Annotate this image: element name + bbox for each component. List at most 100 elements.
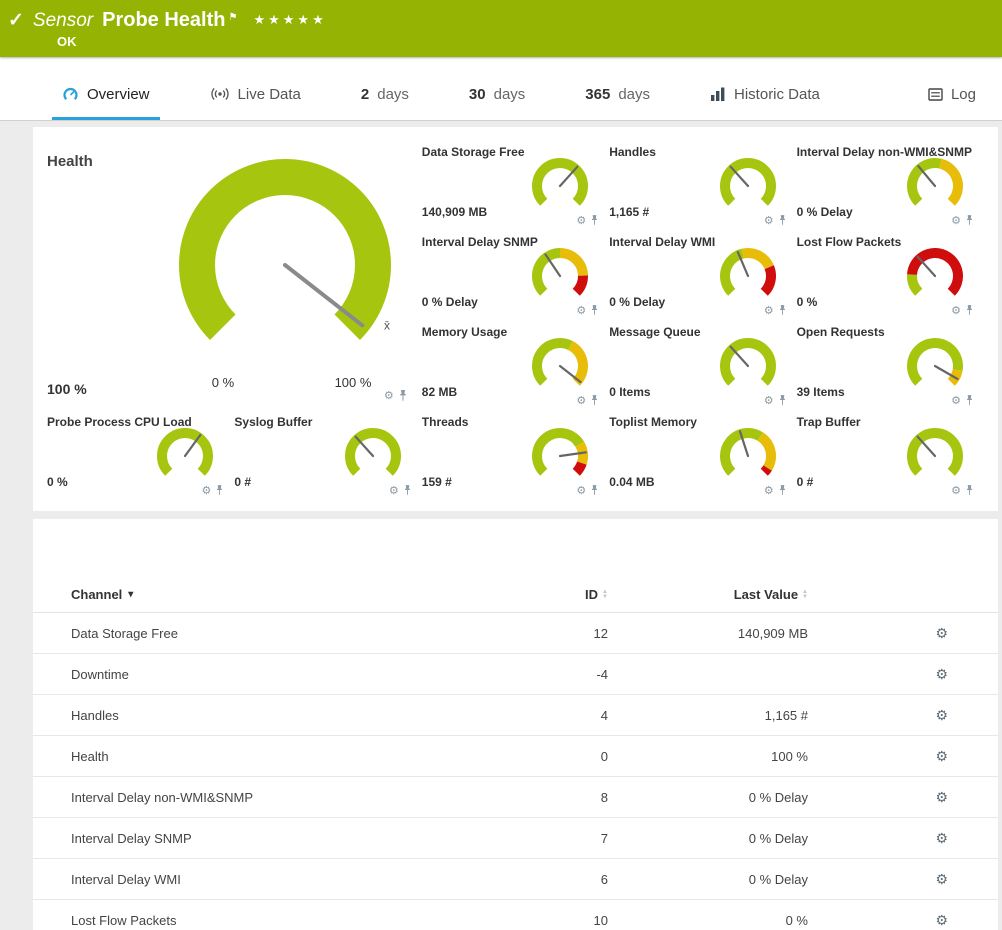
- health-gauge-dial[interactable]: x̄: [165, 145, 405, 385]
- gauge-cell-interval-delay-snmp: Interval Delay SNMP 0 % Delay ⚙: [422, 231, 609, 321]
- column-header-last-value[interactable]: Last Value ▲▼: [608, 587, 808, 602]
- gauge-cell-message-queue: Message Queue 0 Items ⚙: [609, 321, 796, 411]
- pin-icon[interactable]: [778, 395, 787, 406]
- gauge-dial[interactable]: [716, 154, 780, 218]
- table-row[interactable]: Handles 4 1,165 # ⚙: [33, 695, 998, 736]
- gauge-dial[interactable]: [528, 424, 592, 488]
- gear-icon[interactable]: ⚙: [764, 484, 774, 497]
- gauge-value: 0 % Delay: [422, 295, 478, 309]
- gauge-cell-threads: Threads 159 # ⚙: [422, 411, 609, 501]
- gear-icon[interactable]: ⚙: [202, 484, 212, 497]
- pin-icon[interactable]: [590, 215, 599, 226]
- table-header-row: Channel ▾ ID ▲▼ Last Value ▲▼: [33, 577, 998, 613]
- gear-icon[interactable]: ⚙: [951, 394, 961, 407]
- pin-icon[interactable]: [965, 485, 974, 496]
- tab-number: 2: [361, 86, 369, 103]
- table-row[interactable]: Interval Delay WMI 6 0 % Delay ⚙: [33, 859, 998, 900]
- gear-icon[interactable]: ⚙: [935, 707, 948, 724]
- channel-cell[interactable]: Interval Delay non-WMI&SNMP: [33, 790, 488, 805]
- gauge-dial[interactable]: [716, 334, 780, 398]
- pin-icon[interactable]: [778, 305, 787, 316]
- gauge-dial[interactable]: [903, 334, 967, 398]
- gear-icon[interactable]: ⚙: [935, 666, 948, 683]
- gauge-dial[interactable]: [153, 424, 217, 488]
- last-value-cell: 100 %: [608, 749, 808, 764]
- table-row[interactable]: Interval Delay SNMP 7 0 % Delay ⚙: [33, 818, 998, 859]
- gauge-dial[interactable]: [716, 424, 780, 488]
- tab-unit: days: [377, 86, 409, 103]
- gauge-dial[interactable]: [716, 244, 780, 308]
- gauge-dial[interactable]: [903, 244, 967, 308]
- gear-icon[interactable]: ⚙: [951, 304, 961, 317]
- gear-icon[interactable]: ⚙: [935, 912, 948, 929]
- gear-icon[interactable]: ⚙: [935, 830, 948, 847]
- priority-stars[interactable]: ★★★★★: [253, 12, 326, 28]
- channel-cell[interactable]: Handles: [33, 708, 488, 723]
- gear-icon[interactable]: ⚙: [384, 389, 394, 402]
- pin-icon[interactable]: [590, 485, 599, 496]
- gear-icon[interactable]: ⚙: [935, 789, 948, 806]
- pin-icon[interactable]: [398, 390, 408, 402]
- column-label: Channel: [71, 587, 122, 602]
- gauge-cell-data-storage-free: Data Storage Free 140,909 MB ⚙: [422, 141, 609, 231]
- gear-icon[interactable]: ⚙: [764, 214, 774, 227]
- sort-icon[interactable]: ▲▼: [802, 590, 808, 600]
- gear-icon[interactable]: ⚙: [935, 748, 948, 765]
- gauge-dial[interactable]: [903, 154, 967, 218]
- channel-cell[interactable]: Health: [33, 749, 488, 764]
- gear-icon[interactable]: ⚙: [764, 304, 774, 317]
- gear-icon[interactable]: ⚙: [576, 394, 586, 407]
- gear-icon[interactable]: ⚙: [576, 484, 586, 497]
- gear-icon[interactable]: ⚙: [935, 625, 948, 642]
- pin-icon[interactable]: [965, 305, 974, 316]
- gear-icon[interactable]: ⚙: [576, 304, 586, 317]
- pin-icon[interactable]: [403, 485, 412, 496]
- channel-cell[interactable]: Interval Delay WMI: [33, 872, 488, 887]
- channel-cell[interactable]: Downtime: [33, 667, 488, 682]
- gear-icon[interactable]: ⚙: [935, 871, 948, 888]
- gear-icon[interactable]: ⚙: [576, 214, 586, 227]
- table-row[interactable]: Data Storage Free 12 140,909 MB ⚙: [33, 613, 998, 654]
- table-row[interactable]: Interval Delay non-WMI&SNMP 8 0 % Delay …: [33, 777, 998, 818]
- channel-cell[interactable]: Lost Flow Packets: [33, 913, 488, 928]
- pin-icon[interactable]: [778, 485, 787, 496]
- gear-icon[interactable]: ⚙: [764, 394, 774, 407]
- channel-cell[interactable]: Interval Delay SNMP: [33, 831, 488, 846]
- gear-icon[interactable]: ⚙: [951, 484, 961, 497]
- gauge-dial[interactable]: [528, 154, 592, 218]
- flag-icon[interactable]: ⚑: [228, 12, 237, 23]
- gauge-dial[interactable]: [341, 424, 405, 488]
- pin-icon[interactable]: [965, 395, 974, 406]
- tab-log[interactable]: Log: [918, 71, 986, 120]
- gear-icon[interactable]: ⚙: [389, 484, 399, 497]
- id-cell: -4: [488, 667, 608, 682]
- gauge-dial[interactable]: [903, 424, 967, 488]
- gauge-cell-lost-flow-packets: Lost Flow Packets 0 % ⚙: [797, 231, 984, 321]
- gauge-dial[interactable]: [528, 334, 592, 398]
- gauge-cell-open-requests: Open Requests 39 Items ⚙: [797, 321, 984, 411]
- table-row[interactable]: Health 0 100 % ⚙: [33, 736, 998, 777]
- gauge-dial[interactable]: [528, 244, 592, 308]
- page-title: Probe Health: [102, 9, 225, 32]
- table-row[interactable]: Downtime -4 ⚙: [33, 654, 998, 695]
- tab-30-days[interactable]: 30 days: [459, 71, 535, 120]
- column-header-channel[interactable]: Channel ▾: [33, 587, 488, 602]
- pin-icon[interactable]: [590, 305, 599, 316]
- tab-2-days[interactable]: 2 days: [351, 71, 419, 120]
- tab-unit: days: [618, 86, 650, 103]
- tab-overview[interactable]: Overview: [52, 71, 160, 120]
- table-row[interactable]: Lost Flow Packets 10 0 % ⚙: [33, 900, 998, 930]
- tab-historic-data[interactable]: Historic Data: [700, 71, 830, 120]
- pin-icon[interactable]: [215, 485, 224, 496]
- tab-live-data[interactable]: Live Data: [200, 71, 311, 120]
- column-label: Last Value: [734, 587, 798, 602]
- gear-icon[interactable]: ⚙: [951, 214, 961, 227]
- column-header-id[interactable]: ID ▲▼: [488, 587, 608, 602]
- pin-icon[interactable]: [590, 395, 599, 406]
- id-cell: 0: [488, 749, 608, 764]
- pin-icon[interactable]: [778, 215, 787, 226]
- channel-cell[interactable]: Data Storage Free: [33, 626, 488, 641]
- gauge-min-label: 0 %: [212, 375, 234, 390]
- pin-icon[interactable]: [965, 215, 974, 226]
- tab-365-days[interactable]: 365 days: [575, 71, 660, 120]
